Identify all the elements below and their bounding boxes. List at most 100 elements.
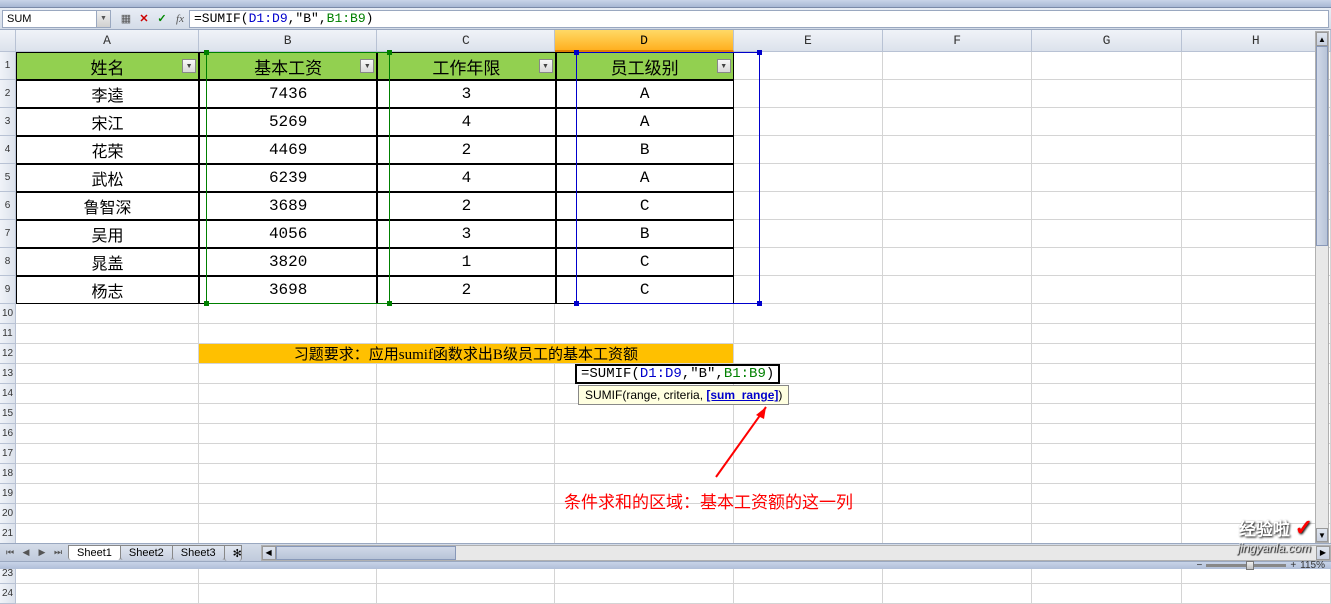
cell[interactable] <box>377 324 555 344</box>
cell[interactable]: 晁盖 <box>16 248 199 276</box>
cell[interactable] <box>1182 484 1331 504</box>
cell[interactable] <box>734 80 883 108</box>
cell[interactable] <box>16 524 199 544</box>
hscroll-thumb[interactable] <box>276 546 456 560</box>
cell[interactable] <box>1032 324 1181 344</box>
cell[interactable]: 3698 <box>199 276 377 304</box>
cell[interactable] <box>199 304 377 324</box>
cell[interactable] <box>16 404 199 424</box>
row-header[interactable]: 11 <box>0 324 16 344</box>
cell[interactable] <box>883 364 1032 384</box>
col-header-G[interactable]: G <box>1032 30 1181 52</box>
cell[interactable] <box>883 384 1032 404</box>
cell[interactable] <box>16 324 199 344</box>
tab-nav-next[interactable]: ▶ <box>34 545 50 561</box>
col-header-B[interactable]: B <box>199 30 377 52</box>
cell[interactable] <box>1032 136 1181 164</box>
cell[interactable] <box>1182 324 1331 344</box>
cell[interactable] <box>1032 164 1181 192</box>
cell[interactable] <box>377 524 555 544</box>
row-header[interactable]: 14 <box>0 384 16 404</box>
cell[interactable] <box>883 404 1032 424</box>
cell[interactable]: 4 <box>377 108 555 136</box>
vertical-scrollbar[interactable]: ▲ ▼ <box>1315 31 1329 543</box>
cell[interactable] <box>199 464 377 484</box>
cell[interactable]: 鲁智深 <box>16 192 199 220</box>
row-header[interactable]: 15 <box>0 404 16 424</box>
cell[interactable]: 李逵 <box>16 80 199 108</box>
scroll-right-button[interactable]: ▶ <box>1316 546 1330 560</box>
cell[interactable] <box>199 404 377 424</box>
cell[interactable]: 2 <box>377 136 555 164</box>
cell[interactable] <box>1032 248 1181 276</box>
cell[interactable]: 3689 <box>199 192 377 220</box>
cell[interactable]: B <box>556 136 734 164</box>
row-header[interactable]: 6 <box>0 192 16 220</box>
cell[interactable]: C <box>556 248 734 276</box>
cell[interactable] <box>377 464 555 484</box>
cell[interactable] <box>883 484 1032 504</box>
cell[interactable]: 4 <box>377 164 555 192</box>
cell[interactable]: 3 <box>377 80 555 108</box>
cell[interactable] <box>16 344 199 364</box>
cell[interactable] <box>1182 384 1331 404</box>
scroll-up-button[interactable]: ▲ <box>1316 32 1328 46</box>
cell[interactable] <box>1182 52 1331 80</box>
select-all-corner[interactable] <box>0 30 16 52</box>
row-header[interactable]: 16 <box>0 424 16 444</box>
cell[interactable] <box>883 504 1032 524</box>
cell[interactable] <box>734 344 883 364</box>
cell[interactable] <box>1032 192 1181 220</box>
cell[interactable] <box>1182 220 1331 248</box>
cell[interactable] <box>16 484 199 504</box>
header-salary[interactable]: 基本工资▼ <box>199 52 377 80</box>
cell[interactable] <box>377 404 555 424</box>
row-header[interactable]: 18 <box>0 464 16 484</box>
filter-icon[interactable]: ▼ <box>717 59 731 73</box>
cell[interactable] <box>1182 276 1331 304</box>
cell[interactable] <box>883 276 1032 304</box>
cell[interactable] <box>883 444 1032 464</box>
cell[interactable] <box>1032 584 1181 604</box>
tab-nav-first[interactable]: ⏮ <box>2 545 18 561</box>
cell[interactable] <box>1182 80 1331 108</box>
cell[interactable] <box>16 444 199 464</box>
editing-cell[interactable]: =SUMIF(D1:D9,"B",B1:B9) <box>575 364 780 384</box>
cell[interactable] <box>1032 52 1181 80</box>
cell[interactable] <box>883 524 1032 544</box>
cell[interactable] <box>1182 464 1331 484</box>
zoom-in-icon[interactable]: + <box>1290 560 1296 571</box>
cell[interactable] <box>734 524 883 544</box>
cell[interactable]: 宋江 <box>16 108 199 136</box>
cell[interactable] <box>555 324 733 344</box>
cell[interactable] <box>377 504 555 524</box>
header-years[interactable]: 工作年限▼ <box>377 52 555 80</box>
cell[interactable] <box>734 304 883 324</box>
cell[interactable] <box>1182 584 1331 604</box>
cell[interactable] <box>199 424 377 444</box>
cancel-button[interactable]: ✕ <box>135 10 153 28</box>
cell[interactable] <box>555 424 733 444</box>
cell[interactable] <box>377 484 555 504</box>
cell[interactable] <box>199 504 377 524</box>
cell[interactable] <box>16 364 199 384</box>
row-header[interactable]: 21 <box>0 524 16 544</box>
col-header-C[interactable]: C <box>377 30 555 52</box>
cell[interactable]: 7436 <box>199 80 377 108</box>
cell[interactable]: 4469 <box>199 136 377 164</box>
cell[interactable] <box>555 304 733 324</box>
cell[interactable] <box>1032 276 1181 304</box>
cell[interactable] <box>1182 364 1331 384</box>
zoom-slider[interactable] <box>1206 564 1286 567</box>
cell[interactable] <box>734 52 883 80</box>
row-header[interactable]: 2 <box>0 80 16 108</box>
row-header[interactable]: 24 <box>0 584 16 604</box>
cell[interactable] <box>377 384 555 404</box>
formula-input[interactable]: =SUMIF(D1:D9,"B",B1:B9) <box>189 10 1329 28</box>
cell[interactable] <box>1032 384 1181 404</box>
cell[interactable]: B <box>556 220 734 248</box>
cell[interactable] <box>1032 220 1181 248</box>
scroll-down-button[interactable]: ▼ <box>1316 528 1328 542</box>
name-box[interactable] <box>2 10 97 28</box>
cell[interactable] <box>1182 192 1331 220</box>
